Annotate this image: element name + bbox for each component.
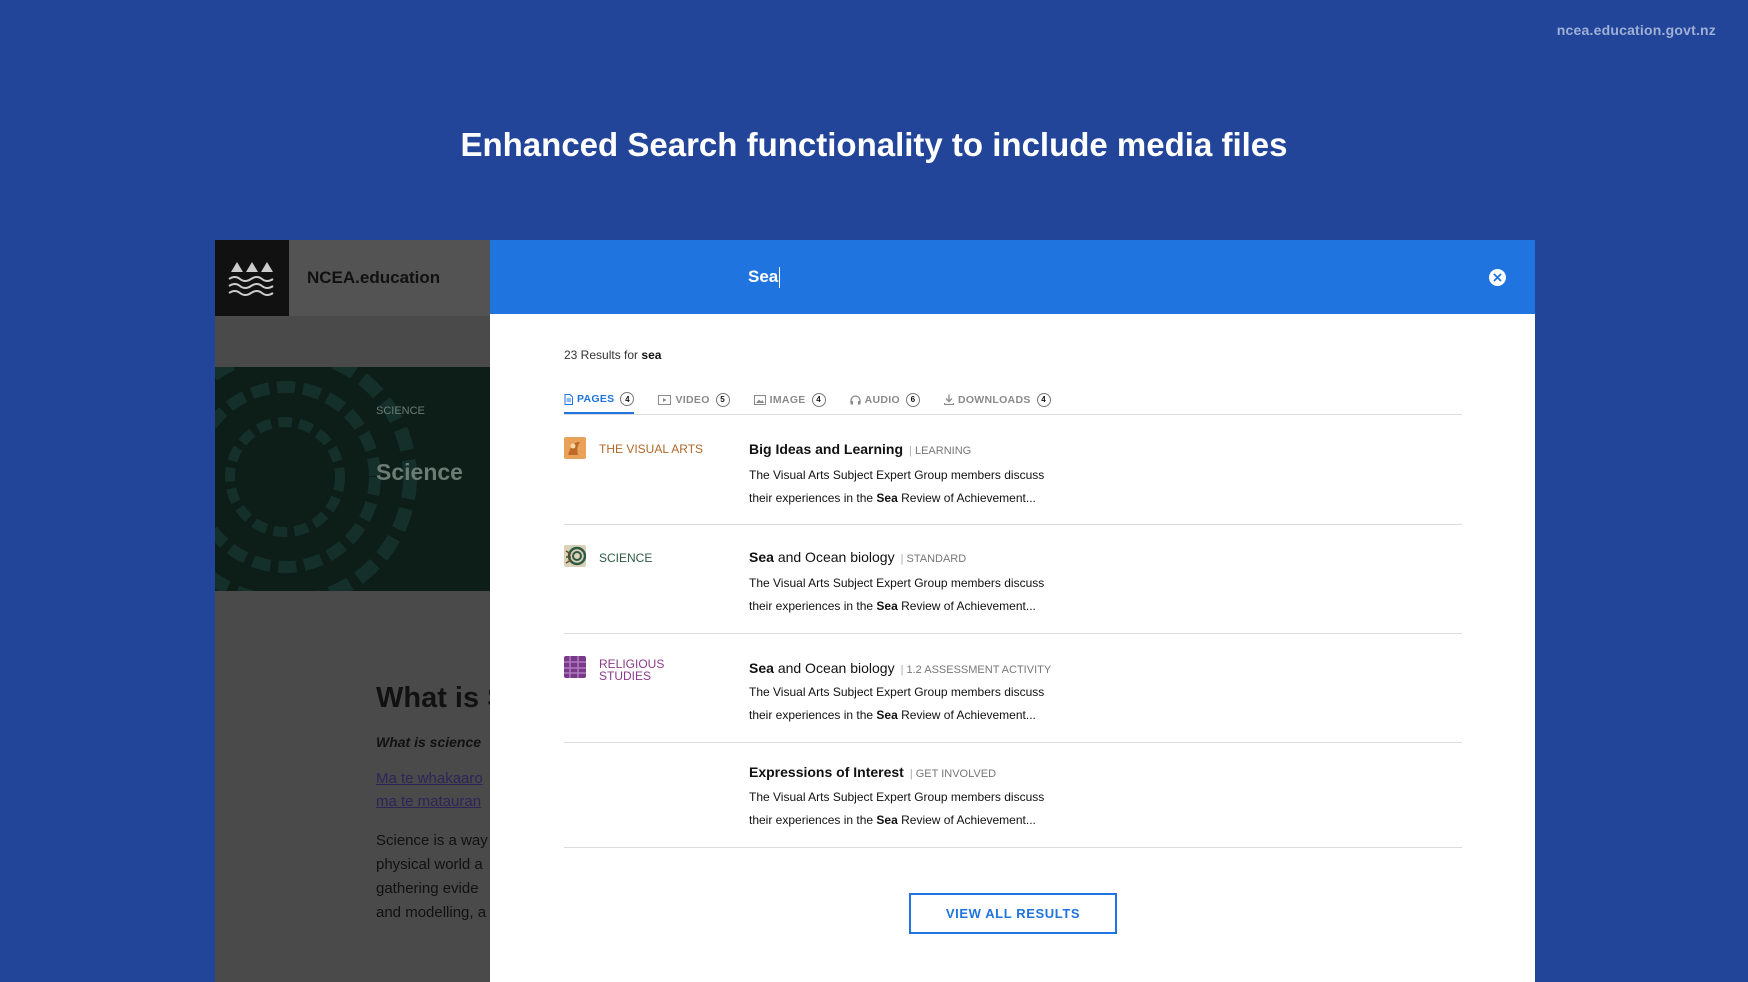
result-summary-prefix: 23 Results for bbox=[564, 348, 639, 362]
video-icon bbox=[658, 394, 672, 405]
result-type-tabs: PAGES 4 VIDEO 5 IMAGE 4 AUDIO 6 DOWNLOAD… bbox=[564, 386, 1462, 415]
search-result[interactable]: SCIENCE Sea and Ocean biology STANDARD Th… bbox=[564, 525, 1462, 634]
snippet-text: Review of Achievement... bbox=[901, 708, 1036, 722]
snippet-text: their experiences in the bbox=[749, 813, 874, 827]
tab-count-badge: 5 bbox=[715, 392, 730, 407]
close-icon bbox=[1493, 273, 1502, 282]
tab-label: VIDEO bbox=[675, 393, 710, 406]
search-overlay: 23 Results for sea PAGES 4 VIDEO 5 IMAGE… bbox=[490, 240, 1535, 982]
tab-image[interactable]: IMAGE 4 bbox=[753, 386, 826, 413]
search-result[interactable]: RELIGIOUS STUDIES Sea and Ocean biology 1… bbox=[564, 634, 1462, 743]
title-text: and Ocean biology bbox=[777, 549, 895, 565]
maori-link-line-1[interactable]: Ma te whakaaro bbox=[376, 770, 483, 787]
result-title[interactable]: Sea and Ocean biology bbox=[749, 549, 895, 565]
image-icon bbox=[753, 394, 766, 405]
result-title[interactable]: Sea and Ocean biology bbox=[749, 660, 895, 676]
snippet-highlight: Sea bbox=[876, 708, 898, 722]
title-text: and Ocean biology bbox=[777, 660, 895, 676]
tab-count-badge: 6 bbox=[905, 392, 920, 407]
site-url: ncea.education.govt.nz bbox=[1556, 22, 1716, 38]
visual-arts-icon bbox=[564, 437, 586, 459]
tab-downloads[interactable]: DOWNLOADS 4 bbox=[943, 386, 1051, 413]
page-subheading: What is science bbox=[376, 734, 482, 750]
headphones-icon bbox=[849, 394, 861, 405]
snippet-text: their experiences in the bbox=[749, 491, 874, 505]
result-title-line: Sea and Ocean biology STANDARD bbox=[749, 549, 966, 567]
snippet-text: Review of Achievement... bbox=[901, 599, 1036, 613]
tab-pages[interactable]: PAGES 4 bbox=[564, 386, 635, 414]
snippet-highlight: Sea bbox=[876, 491, 898, 505]
hero-title: Science bbox=[376, 459, 463, 485]
title-highlight: Sea bbox=[749, 549, 774, 565]
snippet-line: The Visual Arts Subject Expert Group mem… bbox=[749, 685, 1045, 699]
search-result[interactable]: THE VISUAL ARTS Big Ideas and Learning LE… bbox=[564, 416, 1462, 525]
results-list: THE VISUAL ARTS Big Ideas and Learning LE… bbox=[564, 416, 1462, 848]
result-title-line: Expressions of Interest GET INVOLVED bbox=[749, 764, 996, 782]
tab-count-badge: 4 bbox=[1036, 392, 1051, 407]
snippet-line: their experiences in the Sea Review of A… bbox=[749, 809, 1089, 832]
result-snippet: The Visual Arts Subject Expert Group mem… bbox=[749, 786, 1089, 832]
result-summary: 23 Results for sea bbox=[564, 348, 661, 362]
result-title-line: Sea and Ocean biology 1.2 ASSESSMENT ACTI… bbox=[749, 660, 1051, 678]
tab-label: IMAGE bbox=[769, 393, 806, 406]
tab-label: PAGES bbox=[577, 393, 615, 405]
result-title[interactable]: Big Ideas and Learning bbox=[749, 441, 903, 457]
maori-link-line-2[interactable]: ma te matauran bbox=[376, 793, 481, 810]
snippet-line: The Visual Arts Subject Expert Group mem… bbox=[749, 790, 1045, 804]
subject-label: SCIENCE bbox=[599, 551, 653, 565]
tab-label: AUDIO bbox=[864, 393, 900, 406]
tab-label: DOWNLOADS bbox=[957, 393, 1031, 406]
tab-video[interactable]: VIDEO 5 bbox=[658, 386, 730, 413]
snippet-highlight: Sea bbox=[876, 813, 898, 827]
snippet-line: their experiences in the Sea Review of A… bbox=[749, 487, 1089, 510]
result-snippet: The Visual Arts Subject Expert Group mem… bbox=[749, 464, 1089, 510]
result-type: LEARNING bbox=[909, 445, 971, 457]
religious-studies-icon bbox=[564, 656, 586, 678]
science-icon bbox=[564, 545, 587, 567]
snippet-line: their experiences in the Sea Review of A… bbox=[749, 595, 1089, 618]
text-caret bbox=[779, 267, 780, 288]
page-heading: What is S bbox=[376, 682, 507, 714]
tab-count-badge: 4 bbox=[620, 392, 635, 406]
body-text-line: gathering evide bbox=[376, 880, 479, 897]
tab-audio[interactable]: AUDIO 6 bbox=[849, 386, 920, 413]
result-type: GET INVOLVED bbox=[910, 768, 996, 780]
site-brand[interactable]: NCEA.education bbox=[307, 268, 440, 288]
snippet-text: their experiences in the bbox=[749, 599, 874, 613]
result-snippet: The Visual Arts Subject Expert Group mem… bbox=[749, 572, 1089, 618]
site-logo[interactable] bbox=[215, 240, 289, 316]
subject-label: THE VISUAL ARTS bbox=[599, 442, 704, 456]
hero-breadcrumb: SCIENCE bbox=[376, 405, 425, 417]
search-bar bbox=[490, 240, 1535, 314]
slide-title: Enhanced Search functionality to include… bbox=[460, 126, 1288, 163]
snippet-line: The Visual Arts Subject Expert Group mem… bbox=[749, 576, 1045, 590]
subject-label: RELIGIOUS STUDIES bbox=[599, 657, 665, 683]
page-icon bbox=[564, 393, 573, 405]
view-all-results-button[interactable]: VIEW ALL RESULTS bbox=[909, 893, 1117, 934]
body-text-line: and modelling, a bbox=[376, 904, 487, 921]
snippet-text: Review of Achievement... bbox=[901, 813, 1036, 827]
snippet-text: their experiences in the bbox=[749, 708, 874, 722]
snippet-highlight: Sea bbox=[876, 599, 898, 613]
result-type: STANDARD bbox=[901, 553, 967, 565]
ncea-logo-icon bbox=[228, 262, 274, 296]
hero-banner: SCIENCE Science bbox=[215, 367, 515, 591]
result-title[interactable]: Expressions of Interest bbox=[749, 764, 904, 780]
result-summary-term: sea bbox=[641, 348, 662, 362]
download-icon bbox=[943, 394, 954, 405]
snippet-text: Review of Achievement... bbox=[901, 491, 1036, 505]
body-text-line: Science is a way bbox=[376, 832, 488, 849]
search-result[interactable]: Expressions of Interest GET INVOLVED The … bbox=[564, 743, 1462, 848]
result-snippet: The Visual Arts Subject Expert Group mem… bbox=[749, 681, 1089, 727]
snippet-line: their experiences in the Sea Review of A… bbox=[749, 704, 1089, 727]
body-text-line: physical world a bbox=[376, 856, 483, 873]
result-type: 1.2 ASSESSMENT ACTIVITY bbox=[901, 664, 1052, 676]
result-title-line: Big Ideas and Learning LEARNING bbox=[749, 441, 971, 459]
title-highlight: Sea bbox=[749, 660, 774, 676]
tab-count-badge: 4 bbox=[811, 392, 826, 407]
snippet-line: The Visual Arts Subject Expert Group mem… bbox=[749, 468, 1045, 482]
close-search-button[interactable] bbox=[1489, 269, 1506, 286]
search-input[interactable] bbox=[748, 264, 1348, 290]
